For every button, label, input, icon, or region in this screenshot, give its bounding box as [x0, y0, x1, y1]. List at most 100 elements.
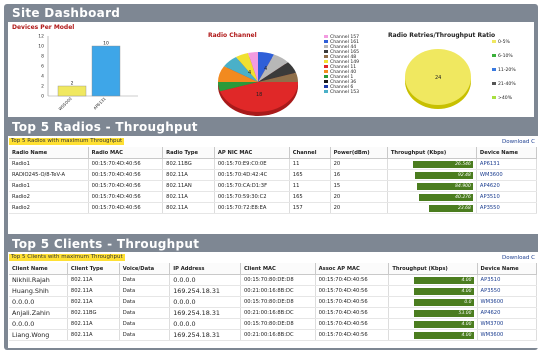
legend-swatch: [324, 85, 328, 88]
column-header[interactable]: AP NIC MAC: [214, 147, 290, 159]
throughput-bar: 4.00: [413, 331, 474, 339]
device-name-link[interactable]: WM3600: [477, 296, 538, 308]
column-header[interactable]: Client Name: [9, 263, 68, 275]
throughput-bar: 84.900: [416, 182, 473, 190]
legend-swatch: [324, 90, 328, 93]
ap-nic-mac-cell: 00:15:70:59:30:C2: [214, 191, 290, 203]
client-type-cell: 802.11A: [67, 318, 120, 330]
device-name-link[interactable]: AP6131: [476, 158, 538, 170]
client-mac-cell: 00:21:00:16:8B:DC: [240, 285, 316, 297]
throughput-bar: 4.00: [413, 276, 474, 284]
throughput-cell: 84.900: [387, 180, 477, 192]
radio-mac-cell: 00:15:70:4D:40:56: [88, 191, 164, 203]
client-name-cell: Nikhil.Rajah: [9, 274, 68, 286]
ap-nic-mac-cell: 00:15:70:72:E8:EA: [214, 202, 290, 214]
legend-swatch: [324, 70, 328, 73]
column-header[interactable]: Assoc AP MAC: [315, 263, 390, 275]
pie-label: 18: [256, 92, 262, 98]
retries-chart-title: Radio Retries/Throughput Ratio: [388, 32, 496, 39]
ip-address-cell: 169.254.18.31: [169, 329, 241, 341]
device-name-link[interactable]: AP3510: [477, 274, 538, 286]
column-header[interactable]: Device Name: [476, 147, 538, 159]
legend-swatch: [492, 68, 496, 71]
radio-channel-legend: Channel 157 Channel 161 Channel 44 Channel …: [324, 35, 394, 115]
column-header[interactable]: Throughput (Kbps): [387, 147, 477, 159]
top-radios-table: Radio Name Radio MAC Radio Type AP NIC MAC C…: [9, 147, 538, 214]
client-type-cell: 802.11BG: [67, 307, 120, 319]
client-name-cell: 0.0.0.0: [9, 296, 68, 308]
device-name-link[interactable]: WM3600: [477, 329, 538, 341]
legend-swatch: [492, 82, 496, 85]
ap-nic-mac-cell: 00:15:70:4D:42:4C: [214, 169, 290, 181]
device-name-link[interactable]: AP4620: [476, 180, 538, 192]
legend-swatch: [324, 60, 328, 63]
radio-name-cell: Radio1: [9, 158, 89, 170]
device-name-link[interactable]: AP3550: [476, 202, 538, 214]
client-name-cell: Anjali.Zahin: [9, 307, 68, 319]
assoc-ap-mac-cell: 00:15:70:4D:40:56: [315, 307, 390, 319]
column-header[interactable]: Client Type: [67, 263, 120, 275]
top-clients-subtitle: Top 5 Clients with maximum Throughput: [9, 254, 125, 261]
throughput-cell: 4.00: [388, 285, 478, 297]
top-radios-download-link[interactable]: Download C: [502, 139, 535, 145]
table-row: Nikhil.Rajah 802.11A Data 0.0.0.0 00:15:70:8…: [9, 274, 538, 286]
column-header[interactable]: Voice/Data: [119, 263, 171, 275]
legend-label: 21-40%: [498, 82, 516, 87]
column-header[interactable]: Channel: [289, 147, 331, 159]
assoc-ap-mac-cell: 00:15:70:4D:40:56: [315, 318, 390, 330]
legend-swatch: [492, 40, 496, 43]
throughput-cell: 26.546: [387, 158, 477, 170]
legend-swatch: [492, 96, 496, 99]
y-tick-label: 12: [38, 34, 44, 40]
throughput-cell: 23.68: [387, 202, 477, 214]
y-tick-label: 10: [38, 44, 44, 50]
column-header[interactable]: IP Address: [169, 263, 241, 275]
power-cell: 16: [330, 169, 388, 181]
device-name-link[interactable]: AP4620: [477, 307, 538, 319]
client-type-cell: 802.11A: [67, 329, 120, 341]
retries-pie-label: 24: [435, 75, 441, 81]
client-type-cell: 802.11A: [67, 274, 120, 286]
pie-label: 4: [248, 70, 251, 76]
client-name-cell: 0.0.0.0: [9, 318, 68, 330]
legend-swatch: [324, 80, 328, 83]
bar-value-label: 2: [71, 81, 74, 87]
radio-channel-pie: 4 4 18: [218, 52, 298, 116]
column-header[interactable]: Power(dBm): [330, 147, 388, 159]
legend-item: Channel 153: [324, 90, 359, 95]
column-header[interactable]: Throughput (Kbps): [388, 263, 478, 275]
table-row: Radio2 00:15:70:4D:40:56 802.11A 00:15:70:5…: [9, 191, 538, 203]
channel-cell: 11: [289, 158, 331, 170]
ip-address-cell: 0.0.0.0: [169, 274, 241, 286]
throughput-cell: 0.0: [388, 296, 478, 308]
client-mac-cell: 00:15:70:80:DE:D8: [240, 318, 316, 330]
device-name-link[interactable]: AP3550: [477, 285, 538, 297]
column-header[interactable]: Radio MAC: [88, 147, 164, 159]
device-name-link[interactable]: WM3700: [477, 318, 538, 330]
throughput-bar: 26.546: [412, 160, 473, 168]
column-header[interactable]: Radio Name: [9, 147, 89, 159]
radio-type-cell: 802.11A: [162, 191, 215, 203]
table-row: Liang.Wong 802.11A Data 169.254.18.31 00:21:…: [9, 329, 538, 341]
channel-cell: 157: [289, 202, 331, 214]
radio-name-cell: RADIO245-O/8-TeV-A: [9, 169, 89, 181]
top-clients-download-link[interactable]: Download C: [502, 255, 535, 261]
legend-swatch: [324, 55, 328, 58]
retries-pie: 24: [405, 49, 471, 109]
table-row: 0.0.0.0 802.11A Data 0.0.0.0 00:15:70:80:DE:…: [9, 296, 538, 308]
column-header[interactable]: Device Name: [477, 263, 538, 275]
legend-item: 21-40%: [492, 82, 516, 87]
column-header[interactable]: Radio Type: [162, 147, 215, 159]
column-header[interactable]: Client MAC: [240, 263, 316, 275]
power-cell: 20: [330, 202, 388, 214]
voice-data-cell: Data: [119, 274, 171, 286]
device-name-link[interactable]: AP3510: [476, 191, 538, 203]
device-name-link[interactable]: WM3600: [476, 169, 538, 181]
radio-channel-title: Radio Channel: [208, 32, 257, 39]
top-radios-subtitle: Top 5 Radios with maximum Throughput: [9, 138, 125, 145]
top-radios-title: Top 5 Radios - Throughput: [12, 120, 198, 134]
throughput-cell: 40.276: [387, 191, 477, 203]
throughput-cell: 4.00: [388, 318, 478, 330]
legend-label: 6-10%: [498, 54, 513, 59]
table-row: 0.0.0.0 802.11A Data 0.0.0.0 00:15:70:80:DE:…: [9, 318, 538, 330]
